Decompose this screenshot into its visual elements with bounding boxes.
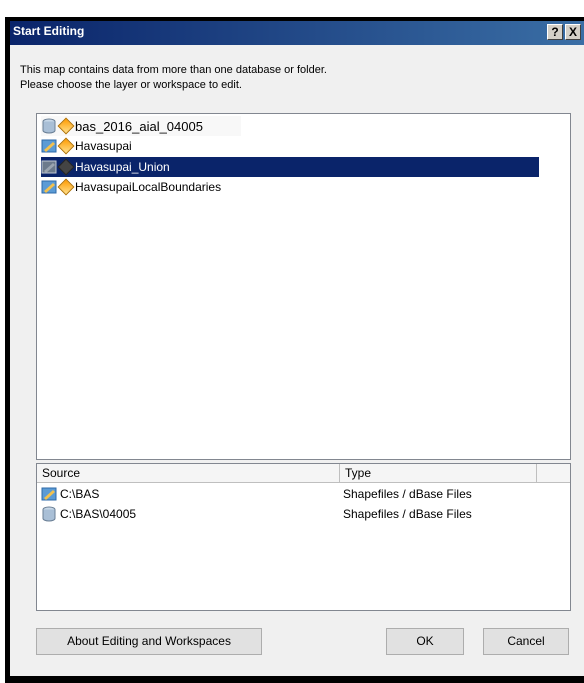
workspace-type: Shapefiles / dBase Files [343,487,472,501]
workspace-row[interactable]: C:\BAS\04005 Shapefiles / dBase Files [41,504,561,524]
layer-label: HavasupaiLocalBoundaries [75,180,222,194]
layer-icon [57,158,75,176]
layer-label: Havasupai [75,139,132,153]
layer-item-havasupai[interactable]: Havasupai [41,136,241,156]
title-bar[interactable]: Start Editing ? X [10,21,584,45]
column-header-source[interactable]: Source [37,464,340,483]
shapefile-folder-icon [41,180,57,194]
database-icon [42,506,56,522]
shapefile-folder-icon [41,160,57,174]
column-header-type[interactable]: Type [340,464,537,483]
cancel-button[interactable]: Cancel [483,628,569,655]
layer-label: bas_2016_aial_04005 [75,118,203,134]
instruction-line-2: Please choose the layer or workspace to … [20,79,242,91]
shapefile-folder-icon [41,139,57,153]
layer-icon [57,117,75,135]
instructions: This map contains data from more than on… [20,63,327,93]
database-icon [42,118,56,134]
layer-item-havasupai-local-boundaries[interactable]: HavasupaiLocalBoundaries [41,177,301,197]
workspace-type: Shapefiles / dBase Files [343,507,472,521]
workspace-row[interactable]: C:\BAS Shapefiles / dBase Files [41,484,561,504]
ok-button[interactable]: OK [386,628,464,655]
layer-icon [57,178,75,196]
shapefile-folder-icon [41,487,57,501]
workspace-source: C:\BAS\04005 [60,507,137,521]
close-button[interactable]: X [565,24,581,40]
help-button[interactable]: ? [547,24,563,40]
workspace-list[interactable]: Source Type C:\BAS Shapefiles / dBase Fi… [36,463,571,611]
layer-label: Havasupai_Union [75,160,170,174]
instruction-line-1: This map contains data from more than on… [20,64,327,76]
layer-item-bas-2016-aial-04005[interactable]: bas_2016_aial_04005 [41,116,241,136]
layer-list[interactable]: bas_2016_aial_04005 Havasupai Havasupai_… [36,113,571,460]
workspace-source: C:\BAS [60,487,100,501]
dialog-title: Start Editing [13,24,85,38]
about-editing-button[interactable]: About Editing and Workspaces [36,628,262,655]
column-header-empty[interactable] [537,464,570,483]
layer-item-havasupai-union[interactable]: Havasupai_Union [41,157,539,177]
layer-icon [57,137,75,155]
